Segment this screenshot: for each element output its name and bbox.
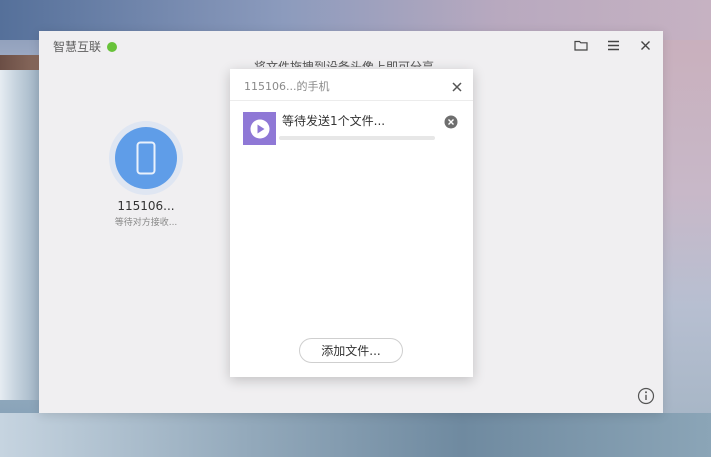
window-controls — [571, 37, 655, 53]
transfer-progress-bar — [279, 136, 435, 140]
device-status: 等待对方接收... — [114, 218, 178, 228]
cancel-transfer-icon[interactable] — [444, 114, 458, 129]
device-avatar[interactable] — [109, 121, 183, 195]
video-play-icon — [250, 119, 269, 138]
dialog-header: 115106...的手机 — [230, 69, 473, 101]
dialog-title: 115106...的手机 — [244, 80, 330, 93]
wallpaper-water — [0, 413, 711, 457]
drag-hint-text: 将文件拖拽到设备头像上即可分享 — [254, 60, 435, 67]
wallpaper-right — [663, 40, 711, 420]
file-transfer-item: 等待发送1个文件... — [243, 112, 458, 146]
menu-icon[interactable] — [603, 37, 623, 53]
file-status-label: 等待发送1个文件... — [282, 114, 386, 128]
app-title-bar: 智慧互联 — [53, 38, 118, 55]
device-card[interactable]: 115106... 等待对方接收... — [106, 121, 186, 228]
phone-icon — [136, 141, 156, 175]
wallpaper-waterfall — [0, 70, 40, 400]
app-title: 智慧互联 — [53, 40, 102, 54]
online-status-dot — [107, 41, 118, 52]
add-file-button[interactable]: 添加文件... — [299, 338, 403, 363]
device-name: 115106... — [117, 199, 175, 213]
dialog-close-icon[interactable] — [451, 78, 463, 92]
file-thumbnail — [243, 112, 276, 145]
send-file-dialog: 115106...的手机 等待发送1个文件... 添加文件... — [230, 69, 473, 377]
info-icon[interactable] — [637, 387, 655, 405]
folder-icon[interactable] — [571, 37, 591, 53]
close-icon[interactable] — [635, 37, 655, 53]
